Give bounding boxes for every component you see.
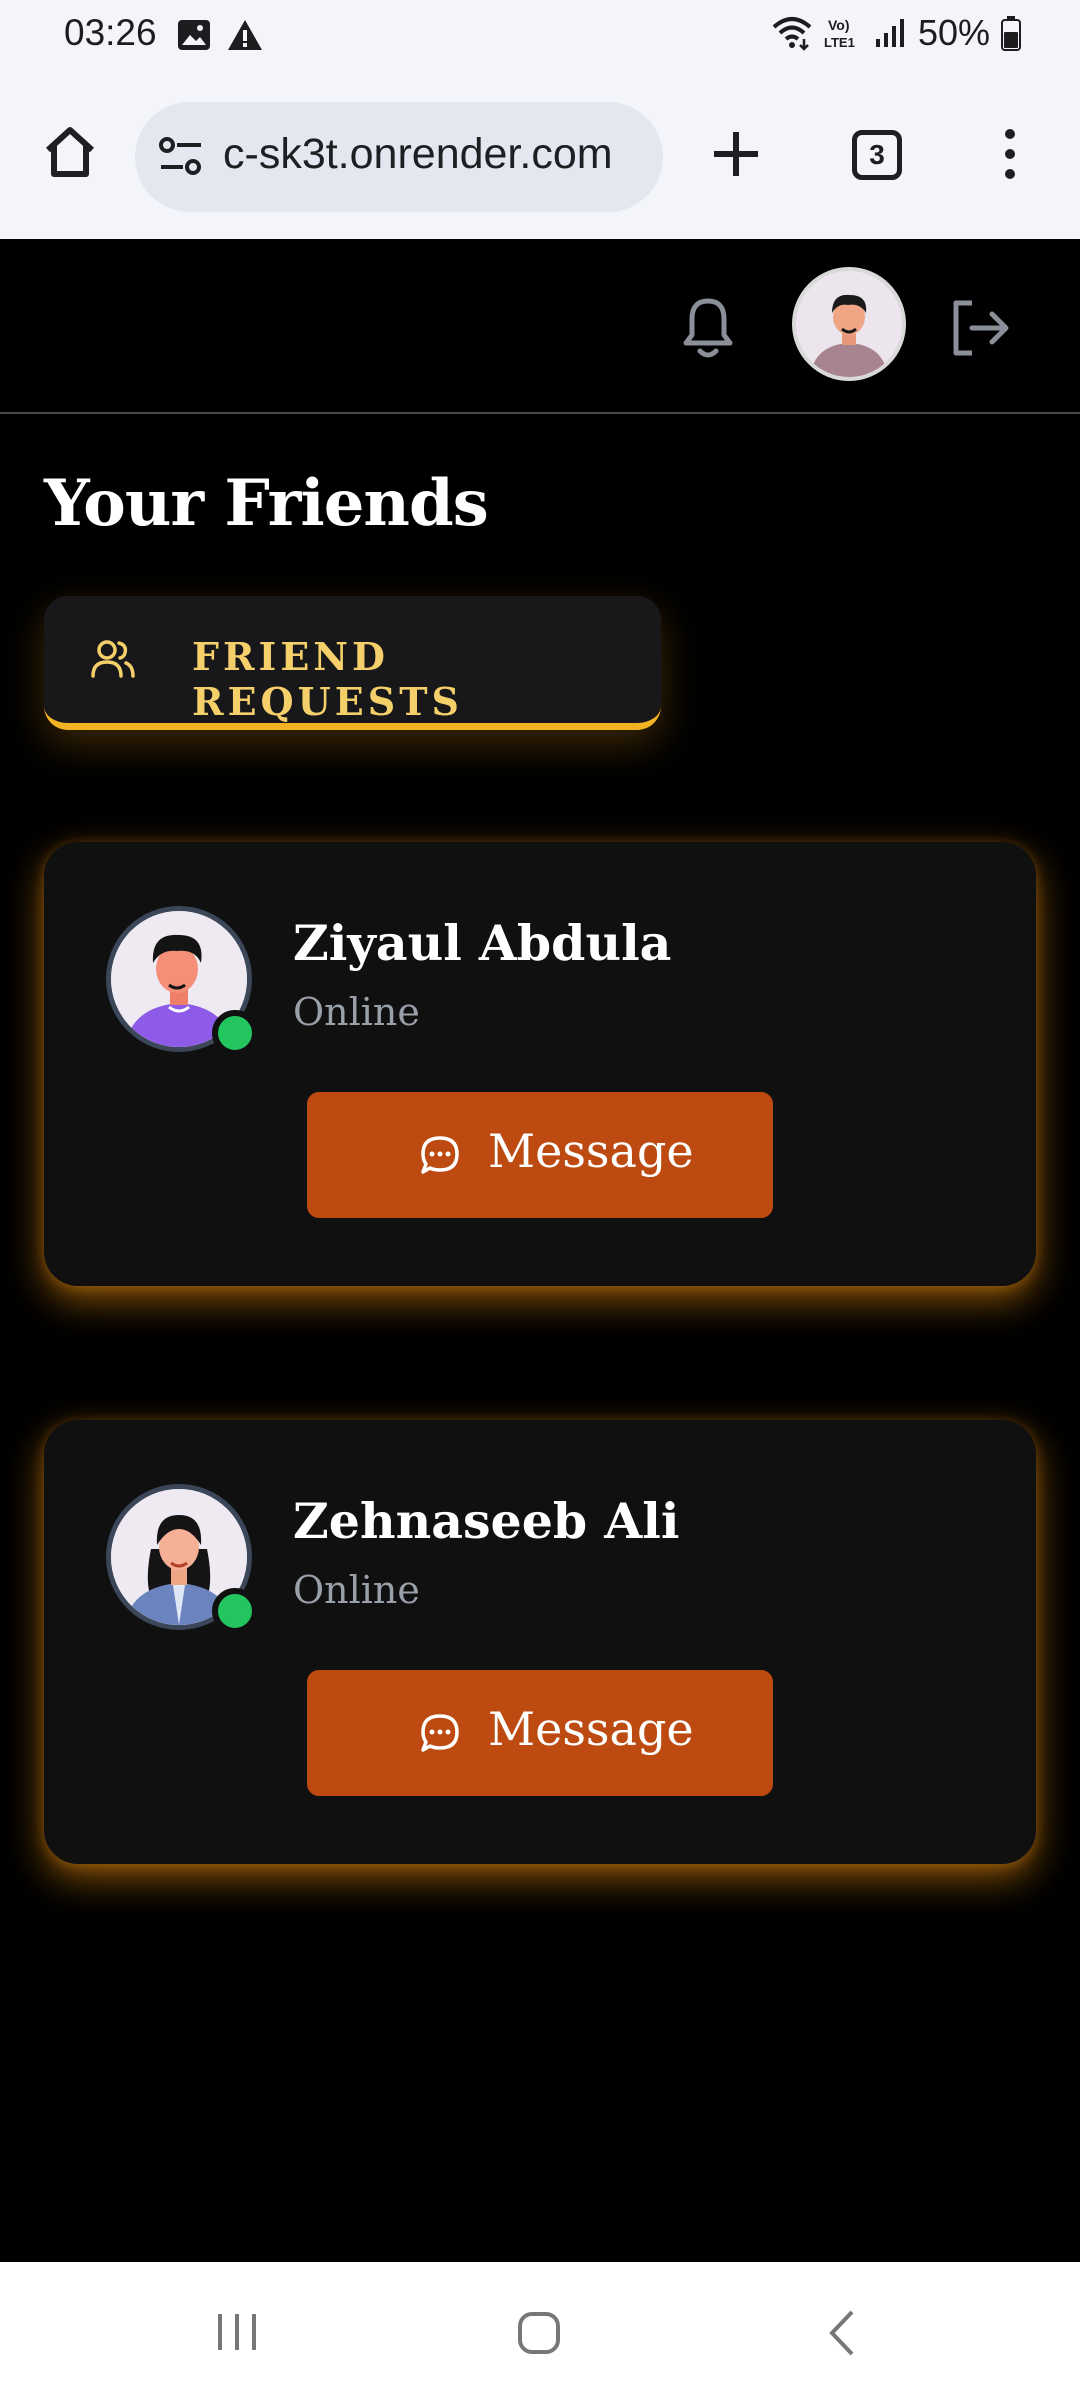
signal-icon: [875, 19, 904, 47]
new-tab-icon[interactable]: [706, 124, 766, 184]
online-status-dot: [212, 1010, 258, 1056]
svg-text:Vo): Vo): [828, 17, 850, 33]
more-menu-icon[interactable]: [990, 124, 1030, 184]
browser-toolbar: c-sk3t.onrender.com 3: [0, 72, 1080, 239]
svg-text:LTE1: LTE1: [824, 35, 855, 50]
chat-bubble-icon: [421, 1136, 459, 1174]
friend-name: Zehnaseeb Ali: [293, 1492, 680, 1550]
friend-name: Ziyaul Abdula: [293, 914, 672, 972]
url-text: c-sk3t.onrender.com: [223, 130, 613, 178]
friend-requests-label: FRIEND REQUESTS: [192, 634, 463, 724]
home-button-icon[interactable]: [516, 2310, 562, 2356]
back-icon[interactable]: [822, 2308, 862, 2358]
bell-icon[interactable]: [672, 289, 744, 365]
message-button[interactable]: Message: [307, 1670, 773, 1796]
friend-card: Ziyaul Abdula Online Message: [44, 842, 1036, 1286]
users-icon: [91, 640, 135, 678]
friend-requests-button[interactable]: FRIEND REQUESTS: [44, 596, 661, 730]
message-label: Message: [488, 1124, 694, 1178]
friend-status: Online: [293, 990, 420, 1034]
image-icon: [178, 20, 210, 50]
volte-icon: Vo) LTE1: [824, 17, 855, 50]
chat-bubble-icon: [421, 1714, 459, 1752]
status-time: 03:26: [64, 12, 157, 53]
home-icon[interactable]: [40, 122, 100, 182]
app-header: [0, 239, 1080, 414]
system-nav-bar: [0, 2262, 1080, 2400]
battery-icon: [1001, 16, 1021, 51]
logout-icon[interactable]: [946, 295, 1012, 361]
message-button[interactable]: Message: [307, 1092, 773, 1218]
online-status-dot: [212, 1588, 258, 1634]
battery-percent: 50%: [917, 12, 990, 53]
user-avatar-image: [796, 271, 902, 377]
friend-card: Zehnaseeb Ali Online Message: [44, 1420, 1036, 1864]
url-bar[interactable]: c-sk3t.onrender.com: [135, 102, 663, 212]
warning-icon: [228, 20, 262, 50]
tab-switcher-button[interactable]: 3: [852, 130, 902, 180]
user-avatar[interactable]: [792, 267, 906, 381]
message-label: Message: [488, 1702, 694, 1756]
recent-apps-icon[interactable]: [214, 2310, 260, 2354]
wifi-icon: [772, 17, 812, 51]
friend-status: Online: [293, 1568, 420, 1612]
page-title: Your Friends: [44, 466, 489, 541]
status-bar: 03:26 Vo) LTE1 50%: [0, 0, 1080, 72]
site-settings-icon[interactable]: [157, 133, 207, 181]
